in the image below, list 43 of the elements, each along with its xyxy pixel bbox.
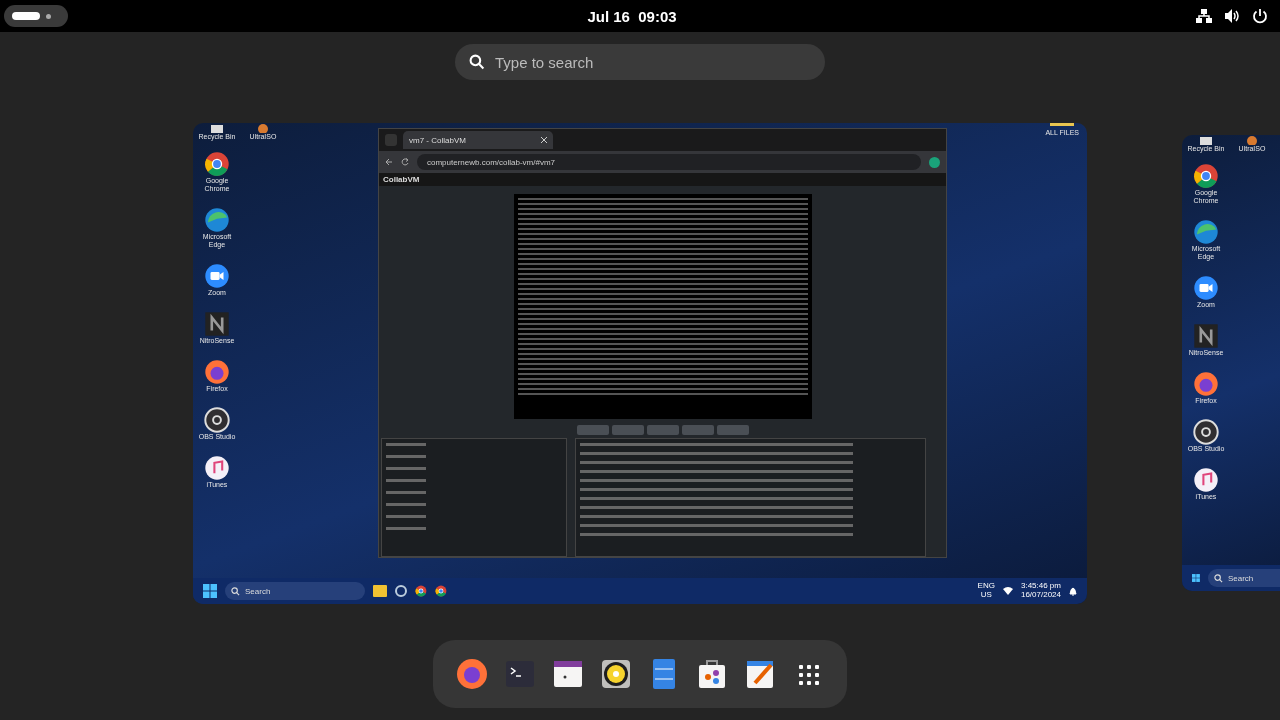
fox-icon[interactable] [204, 359, 230, 386]
bell-icon[interactable] [1069, 586, 1077, 596]
taskbar-search[interactable]: Search [225, 582, 365, 600]
windows-logo-icon[interactable] [1192, 571, 1200, 585]
back-arrow-icon[interactable] [385, 158, 393, 166]
chrome-icon[interactable] [435, 585, 447, 597]
chrome-icon[interactable] [1193, 163, 1219, 190]
browser-tab[interactable]: vm7 - CollabVM [403, 131, 553, 149]
activities-indicator[interactable] [4, 5, 68, 27]
language-indicator[interactable]: ENG US [977, 582, 995, 600]
music-note-icon[interactable] [1193, 467, 1219, 494]
search-icon [1213, 573, 1223, 583]
speaker-icon[interactable] [599, 657, 633, 691]
music-note-icon[interactable] [204, 455, 230, 482]
site-title[interactable]: CollabVM [383, 175, 420, 184]
ring-icon[interactable] [204, 407, 230, 434]
profile-avatar-icon[interactable] [929, 156, 940, 168]
edge-icon[interactable] [1193, 219, 1219, 246]
address-bar[interactable]: computernewb.com/collab-vm/#vm7 [417, 154, 921, 170]
network-icon[interactable] [1196, 8, 1212, 24]
letter-n-icon[interactable] [1193, 323, 1219, 350]
clock[interactable]: Jul 16 09:03 [587, 7, 677, 25]
browser-window[interactable]: vm7 - CollabVM computernewb.com/collab-vm/#vm7 CollabVM [378, 128, 947, 558]
power-icon[interactable] [1252, 8, 1268, 24]
wifi-icon[interactable] [1002, 587, 1013, 595]
close-icon[interactable] [541, 137, 547, 143]
reload-icon[interactable] [401, 158, 409, 166]
chrome-icon[interactable] [204, 151, 230, 178]
taskbar-search[interactable]: Search [1207, 569, 1280, 587]
camera-icon[interactable] [1193, 275, 1219, 302]
letter-n-icon[interactable] [204, 311, 230, 338]
vm-screen[interactable] [513, 194, 812, 419]
fox-icon[interactable] [455, 657, 489, 691]
taskbar-clock[interactable]: 3:45:46 pm 16/07/2024 [1020, 582, 1061, 600]
chrome-icon[interactable] [415, 585, 427, 597]
edge-icon[interactable] [204, 207, 230, 234]
search-field[interactable]: Type to search [455, 44, 825, 80]
search-icon [469, 54, 485, 70]
fox-icon[interactable] [1193, 371, 1219, 398]
search-icon [231, 586, 240, 596]
ring-icon[interactable] [1193, 419, 1219, 446]
camera-icon[interactable] [204, 263, 230, 290]
volume-icon[interactable] [1224, 8, 1240, 24]
